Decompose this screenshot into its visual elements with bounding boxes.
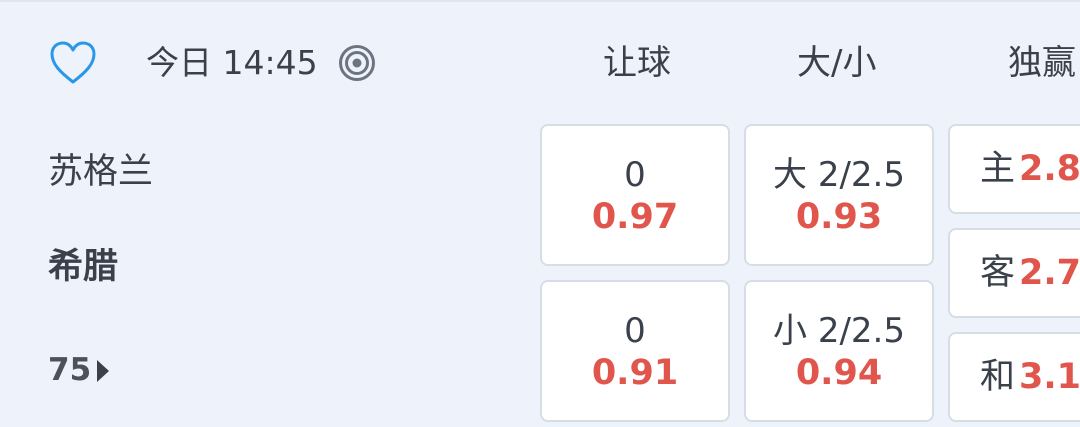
handicap-away-odds: 0.91 xyxy=(591,353,679,393)
handicap-home-line: 0 xyxy=(624,155,646,195)
win-draw-odds: 3.1 xyxy=(1019,357,1080,397)
handicap-home-odds: 0.97 xyxy=(591,197,679,237)
handicap-away-cell[interactable]: 0 0.91 xyxy=(540,280,730,422)
home-team-name: 苏格兰 xyxy=(48,152,154,192)
under-line: 小 2/2.5 xyxy=(773,311,905,351)
handicap-away-line: 0 xyxy=(624,311,646,351)
under-odds: 0.94 xyxy=(795,353,883,393)
under-cell[interactable]: 小 2/2.5 0.94 xyxy=(744,280,934,422)
favorite-heart-icon[interactable] xyxy=(48,38,98,88)
win-away-cell[interactable]: 客 2.7 xyxy=(948,228,1080,318)
over-odds: 0.93 xyxy=(795,197,883,237)
over-line: 大 2/2.5 xyxy=(773,155,905,195)
win-home-odds: 2.8 xyxy=(1019,149,1080,189)
column-header-over-under: 大/小 xyxy=(797,43,877,83)
win-home-label: 主 xyxy=(980,149,1016,189)
win-home-cell[interactable]: 主 2.8 xyxy=(948,124,1080,214)
match-minute-toggle[interactable]: 75 xyxy=(48,348,110,392)
over-cell[interactable]: 大 2/2.5 0.93 xyxy=(744,124,934,266)
win-away-label: 客 xyxy=(980,253,1016,293)
win-draw-cell[interactable]: 和 3.1 xyxy=(948,332,1080,422)
match-row: 今日 14:45 让球 大/小 独赢 苏格兰 希腊 75 0 0.97 0 0.… xyxy=(0,0,1080,427)
match-minute: 75 xyxy=(48,352,92,388)
win-draw-label: 和 xyxy=(980,357,1016,397)
handicap-home-cell[interactable]: 0 0.97 xyxy=(540,124,730,266)
win-away-odds: 2.7 xyxy=(1019,253,1080,293)
match-time: 今日 14:45 xyxy=(146,43,318,82)
triangle-right-icon xyxy=(97,360,110,382)
column-header-win: 独赢 xyxy=(1008,43,1076,83)
live-target-icon[interactable] xyxy=(338,44,376,82)
away-team-name: 希腊 xyxy=(48,247,119,287)
column-header-handicap: 让球 xyxy=(603,43,671,83)
